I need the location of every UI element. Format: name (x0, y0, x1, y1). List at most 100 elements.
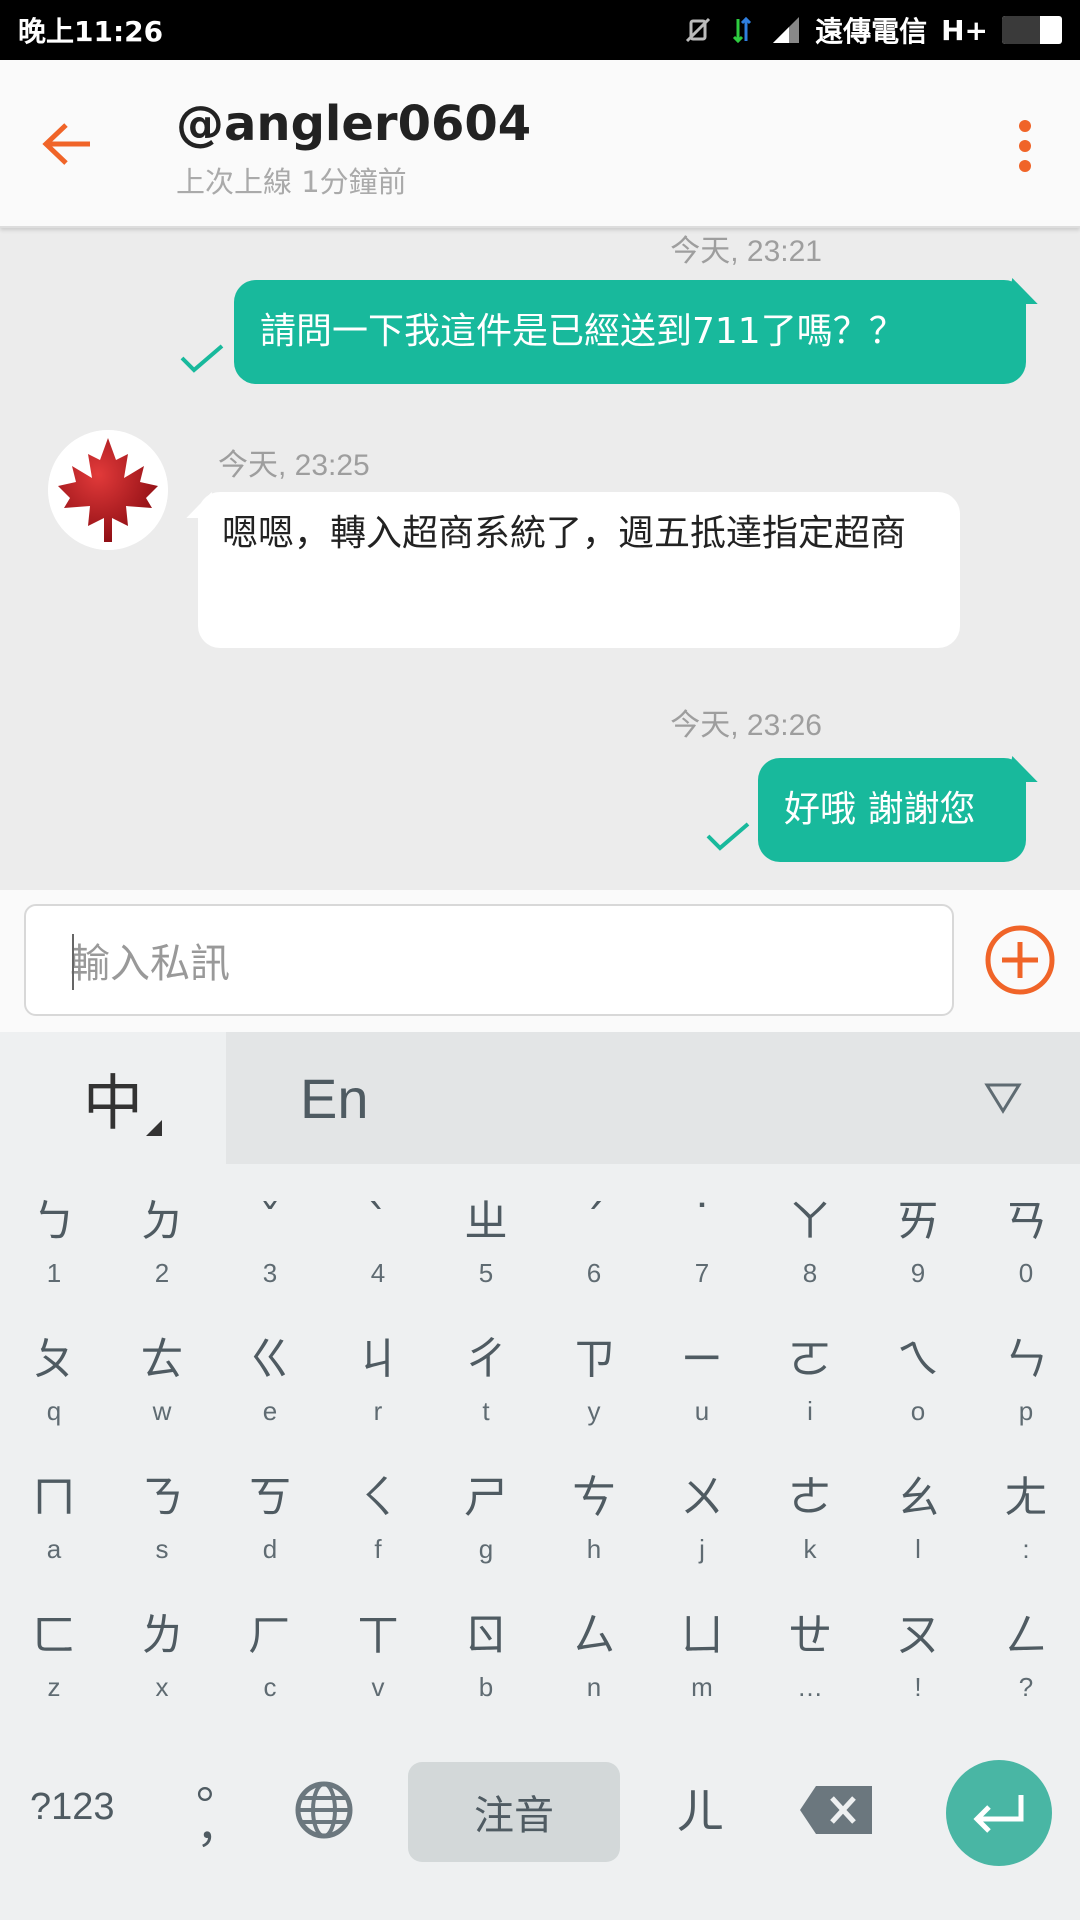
key-row-4: ㄈz ㄌx ㄏc ㄒv ㄖb ㄙn ㄩm ㄝ… ㄡ! ㄥ? (0, 1596, 1080, 1730)
key[interactable]: ㄓ5 (432, 1182, 540, 1316)
key[interactable]: ㄠl (864, 1458, 972, 1592)
key-main-label: ㄢ (1004, 1196, 1048, 1247)
symbols-key[interactable]: ?123 (30, 1786, 115, 1829)
key[interactable]: ㄊw (108, 1320, 216, 1454)
maple-leaf-avatar (48, 430, 168, 550)
key[interactable]: ㄇa (0, 1458, 108, 1592)
key[interactable]: ㄔt (432, 1320, 540, 1454)
tab-chinese-label: 中 (83, 1068, 143, 1139)
more-options-button[interactable] (1000, 116, 1050, 176)
globe-icon[interactable] (292, 1778, 356, 1842)
sent-check-icon (180, 344, 224, 373)
key-sub-label: j (699, 1534, 705, 1564)
enter-key[interactable] (946, 1760, 1052, 1866)
key[interactable]: ㄛi (756, 1320, 864, 1454)
key[interactable]: ㄨj (648, 1458, 756, 1592)
key[interactable]: ㄚ8 (756, 1182, 864, 1316)
key-main-label: ㄒ (356, 1610, 400, 1661)
text-cursor (72, 934, 74, 990)
message-list[interactable]: 今天, 23:21 請問一下我這件是已經送到711了嗎？？ 今天, 23:25 … (0, 230, 1080, 890)
key[interactable]: ㄉ2 (108, 1182, 216, 1316)
key[interactable]: ㄧu (648, 1320, 756, 1454)
key[interactable]: ㄏc (216, 1596, 324, 1730)
key-sub-label: 4 (370, 1258, 386, 1288)
key-main-label: ㄘ (572, 1472, 616, 1523)
key-main-label: ㄆ (32, 1334, 76, 1385)
key[interactable]: ㄤ: (972, 1458, 1080, 1592)
key[interactable]: ㄐr (324, 1320, 432, 1454)
key[interactable]: ㄖb (432, 1596, 540, 1730)
key[interactable]: ㄒv (324, 1596, 432, 1730)
key[interactable]: ㄅ1 (0, 1182, 108, 1316)
message-timestamp: 今天, 23:25 (218, 449, 370, 482)
avatar[interactable] (48, 430, 168, 550)
key[interactable]: ㄟo (864, 1320, 972, 1454)
key[interactable]: ㄡ! (864, 1596, 972, 1730)
key[interactable]: ㄎd (216, 1458, 324, 1592)
key-main-label: ˋ (367, 1196, 389, 1247)
key-sub-label: r (373, 1396, 383, 1426)
key-sub-label: w (152, 1396, 172, 1426)
incoming-message-bubble[interactable]: 嗯嗯，轉入超商系統了，週五抵達指定超商 (198, 492, 960, 648)
key[interactable]: ㄆq (0, 1320, 108, 1454)
space-key[interactable]: 注音 (408, 1762, 620, 1862)
key[interactable]: ㄣp (972, 1320, 1080, 1454)
key[interactable]: ㄙn (540, 1596, 648, 1730)
key-sub-label: i (807, 1396, 813, 1426)
key[interactable]: ˋ4 (324, 1182, 432, 1316)
key[interactable]: ㄞ9 (864, 1182, 972, 1316)
sent-check-icon (706, 822, 750, 851)
data-activity-icon (733, 16, 752, 44)
backspace-icon[interactable] (798, 1784, 874, 1836)
key[interactable]: ˇ3 (216, 1182, 324, 1316)
conversation-header: @angler0604 上次上線 1分鐘前 (0, 60, 1080, 228)
key-sub-label: 7 (694, 1258, 710, 1288)
key[interactable]: ㄑf (324, 1458, 432, 1592)
key[interactable]: ㄝ… (756, 1596, 864, 1730)
key-sub-label: y (587, 1396, 601, 1426)
er-key[interactable]: ㄦ (676, 1772, 724, 1842)
key-sub-label: 5 (478, 1258, 494, 1288)
key-main-label: ㄔ (464, 1334, 508, 1385)
key-sub-label: f (374, 1534, 382, 1564)
key[interactable]: ㄢ0 (972, 1182, 1080, 1316)
key-sub-label: t (482, 1396, 490, 1426)
key-sub-label: u (694, 1396, 710, 1426)
key[interactable]: ㄜk (756, 1458, 864, 1592)
key-main-label: ㄍ (248, 1334, 292, 1385)
key[interactable]: ㄍe (216, 1320, 324, 1454)
key-row-1: ㄅ1 ㄉ2 ˇ3 ˋ4 ㄓ5 ˊ6 ˙ 7 ㄚ8 ㄞ9 ㄢ0 (0, 1182, 1080, 1316)
outgoing-message-bubble[interactable]: 請問一下我這件是已經送到711了嗎？？ (234, 280, 1026, 384)
key-main-label: ㄇ (32, 1472, 76, 1523)
key[interactable]: ㄋs (108, 1458, 216, 1592)
key[interactable]: ㄩm (648, 1596, 756, 1730)
more-vert-icon (1019, 120, 1031, 132)
key[interactable]: ㄈz (0, 1596, 108, 1730)
message-input[interactable]: 輸入私訊 (24, 904, 954, 1016)
key[interactable]: ˙ 7 (648, 1182, 756, 1316)
battery-icon (1002, 16, 1062, 44)
key-sub-label: n (586, 1672, 602, 1702)
add-attachment-button[interactable] (984, 924, 1056, 996)
status-bar: 晚上11:26 遠傳電信 H+ (0, 0, 1080, 60)
key-sub-label: d (262, 1534, 278, 1564)
punctuation-key[interactable]: 。 ， (196, 1759, 242, 1849)
key[interactable]: ㄗy (540, 1320, 648, 1454)
key[interactable]: ㄕg (432, 1458, 540, 1592)
key[interactable]: ˊ6 (540, 1182, 648, 1316)
key[interactable]: ㄥ? (972, 1596, 1080, 1730)
back-button[interactable] (40, 116, 96, 172)
key-main-label: ㄟ (896, 1334, 940, 1385)
tab-english[interactable]: En (300, 1066, 369, 1131)
tab-chinese[interactable]: 中 (0, 1032, 226, 1164)
key-sub-label: g (478, 1534, 494, 1564)
key-main-label: ㄥ (1004, 1610, 1048, 1661)
key-sub-label: h (586, 1534, 602, 1564)
outgoing-message-bubble[interactable]: 好哦 謝謝您 (758, 758, 1026, 862)
key[interactable]: ㄌx (108, 1596, 216, 1730)
key[interactable]: ㄘh (540, 1458, 648, 1592)
key-sub-label: q (46, 1396, 62, 1426)
key-main-label: ˊ (583, 1196, 605, 1247)
corner-triangle-icon (146, 1120, 162, 1136)
collapse-keyboard-icon[interactable] (984, 1082, 1022, 1114)
